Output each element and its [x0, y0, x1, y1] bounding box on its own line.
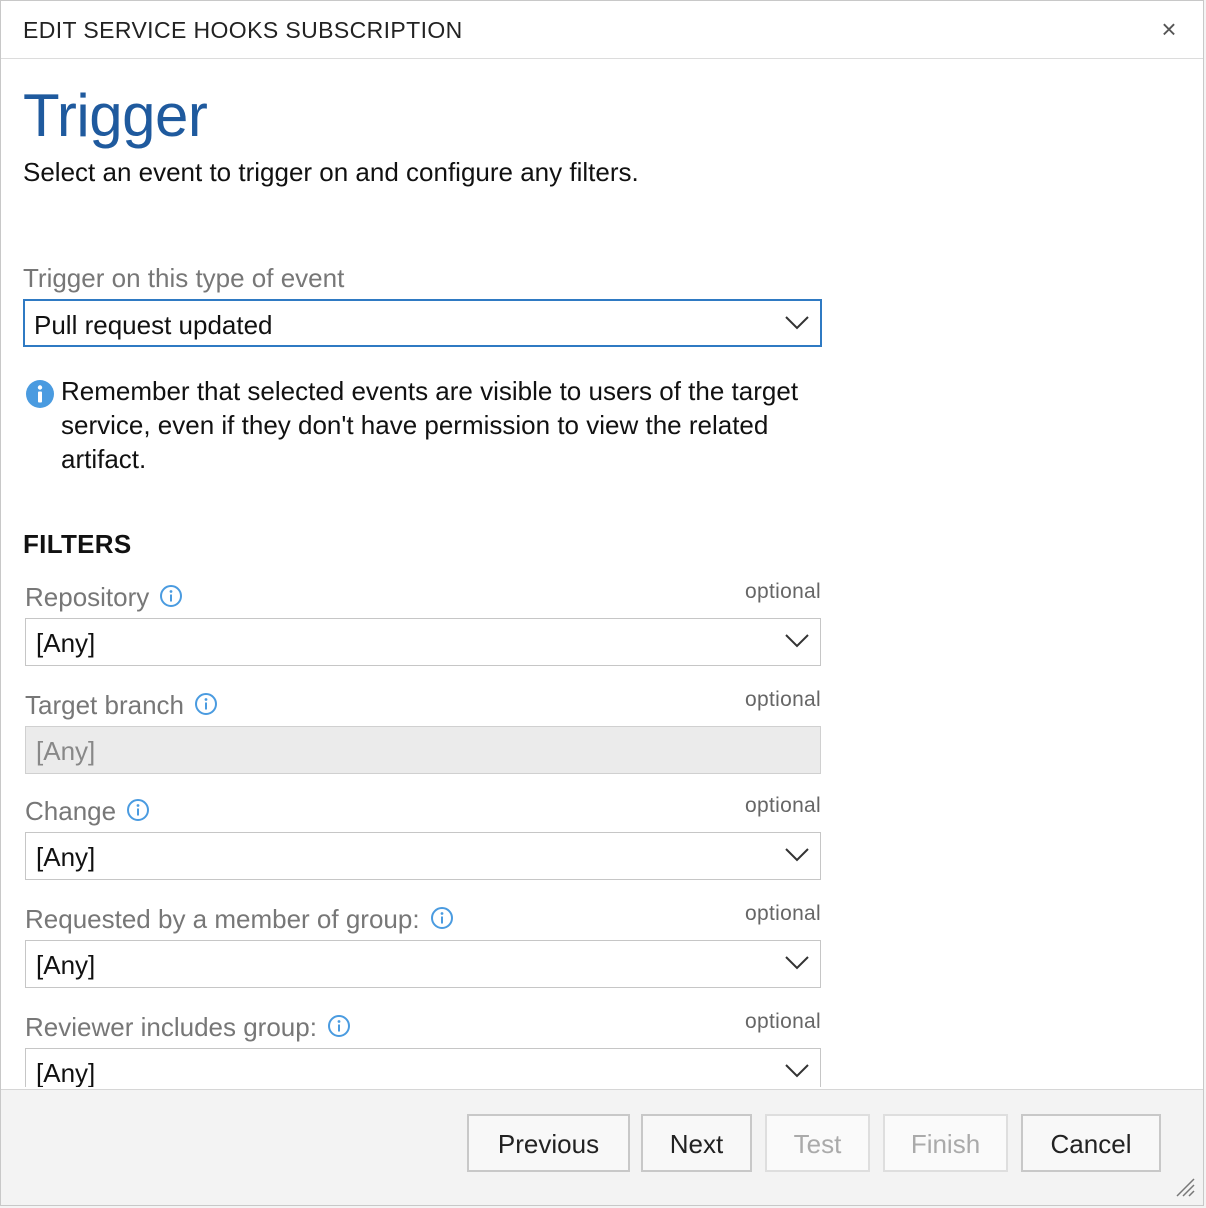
- optional-label: optional: [745, 902, 821, 925]
- chevron-down-icon: [785, 316, 809, 330]
- optional-label: optional: [745, 580, 821, 603]
- dialog-title: EDIT SERVICE HOOKS SUBSCRIPTION: [23, 17, 463, 43]
- info-icon[interactable]: [159, 584, 183, 608]
- target-branch-input: [Any]: [25, 726, 821, 774]
- next-button[interactable]: Next: [641, 1114, 752, 1172]
- info-icon: [26, 380, 54, 408]
- chevron-down-icon: [785, 956, 809, 970]
- page-title: Trigger: [23, 82, 208, 149]
- event-type-label: Trigger on this type of event: [23, 263, 345, 293]
- info-icon[interactable]: [430, 906, 454, 930]
- requested-by-group-label: Requested by a member of group:: [25, 904, 420, 934]
- resize-grip-icon[interactable]: [1173, 1175, 1195, 1197]
- optional-label: optional: [745, 794, 821, 817]
- optional-label: optional: [745, 1010, 821, 1033]
- target-branch-value: [Any]: [36, 736, 96, 766]
- reviewer-group-label: Reviewer includes group:: [25, 1012, 317, 1042]
- info-icon[interactable]: [126, 798, 150, 822]
- dialog-footer: Previous Next Test Finish Cancel: [1, 1089, 1203, 1205]
- change-select[interactable]: [Any]: [25, 832, 821, 880]
- info-icon[interactable]: [194, 692, 218, 716]
- test-button: Test: [765, 1114, 870, 1172]
- chevron-down-icon: [785, 634, 809, 648]
- event-type-select[interactable]: Pull request updated: [23, 299, 822, 347]
- finish-button: Finish: [883, 1114, 1008, 1172]
- change-label: Change: [25, 796, 117, 826]
- requested-by-group-value: [Any]: [36, 950, 96, 980]
- close-icon[interactable]: ×: [1157, 15, 1181, 43]
- cancel-button[interactable]: Cancel: [1021, 1114, 1161, 1172]
- edit-subscription-dialog: EDIT SERVICE HOOKS SUBSCRIPTION × Trigge…: [0, 0, 1204, 1206]
- filters-heading: FILTERS: [23, 529, 132, 559]
- repository-label: Repository: [25, 582, 150, 612]
- reviewer-group-value: [Any]: [36, 1058, 96, 1087]
- optional-label: optional: [745, 688, 821, 711]
- event-type-value: Pull request updated: [34, 310, 273, 340]
- target-branch-label: Target branch: [25, 690, 184, 720]
- repository-select[interactable]: [Any]: [25, 618, 821, 666]
- notice-text: Remember that selected events are visibl…: [61, 376, 799, 474]
- dialog-titlebar: EDIT SERVICE HOOKS SUBSCRIPTION ×: [1, 1, 1203, 59]
- chevron-down-icon: [785, 1064, 809, 1078]
- chevron-down-icon: [785, 848, 809, 862]
- repository-value: [Any]: [36, 628, 96, 658]
- change-value: [Any]: [36, 842, 96, 872]
- requested-by-group-select[interactable]: [Any]: [25, 940, 821, 988]
- page-subtitle: Select an event to trigger on and config…: [23, 157, 639, 187]
- info-icon[interactable]: [327, 1014, 351, 1038]
- reviewer-group-select[interactable]: [Any]: [25, 1048, 821, 1087]
- dialog-content[interactable]: Trigger Select an event to trigger on an…: [1, 59, 1201, 1087]
- previous-button[interactable]: Previous: [467, 1114, 630, 1172]
